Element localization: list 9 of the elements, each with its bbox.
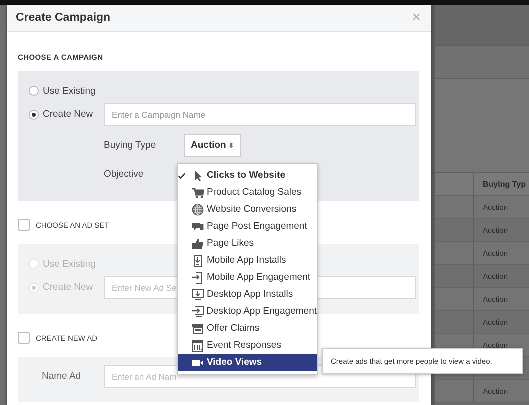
radio-label: Use Existing <box>43 258 96 270</box>
radio-label: Create New <box>43 282 94 293</box>
field-label: Objective <box>104 168 145 180</box>
field-label: Buying Type <box>104 140 158 151</box>
radio-label: Create New <box>43 109 94 120</box>
field-label: Name Ad <box>41 371 82 382</box>
dialog-title: Create Campaign <box>16 12 111 24</box>
column-header: Buying Typ <box>482 180 526 188</box>
radio-label: Use Existing <box>43 86 96 96</box>
